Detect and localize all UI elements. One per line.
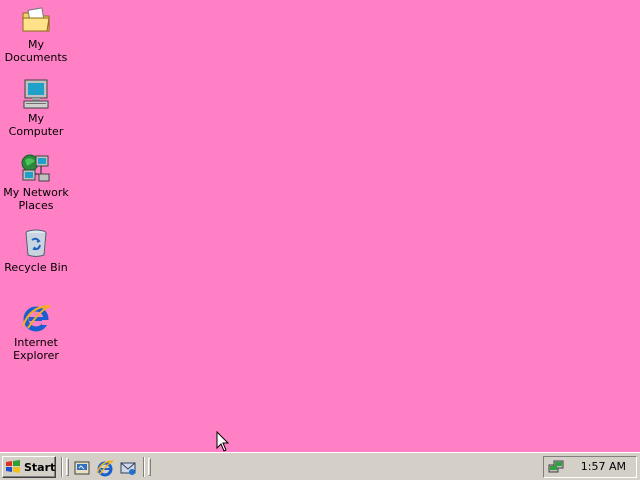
desktop[interactable]: My Documents My Computer My Network Plac… [0, 0, 640, 452]
network-tray-icon[interactable] [548, 459, 564, 475]
desktop-icon-recycle-bin[interactable]: Recycle Bin [0, 227, 72, 274]
taskbar: Start 1:57 AM [0, 452, 640, 480]
taskbar-buttons-grip[interactable] [148, 458, 151, 476]
windows-logo-icon [5, 459, 21, 475]
desktop-icon-label: My Documents [4, 38, 68, 64]
computer-icon [20, 78, 52, 110]
taskbar-separator [143, 457, 145, 477]
desktop-icon-internet-explorer[interactable]: Internet Explorer [0, 302, 72, 362]
mouse-cursor-icon [216, 430, 230, 453]
desktop-icon-label: My Network [3, 186, 69, 199]
system-tray: 1:57 AM [543, 456, 637, 478]
internet-explorer-icon[interactable] [96, 459, 114, 477]
folder-documents-icon [20, 4, 52, 36]
desktop-icon-label-line2: Explorer [13, 349, 59, 362]
taskbar-clock[interactable]: 1:57 AM [581, 460, 626, 473]
internet-explorer-icon [20, 302, 52, 334]
desktop-icon-label: My Computer [8, 112, 64, 138]
desktop-icon-label: Internet [14, 336, 58, 349]
desktop-icon-label-line2: Places [18, 199, 54, 212]
outlook-express-icon[interactable] [119, 459, 137, 477]
desktop-icon-my-network-places[interactable]: My Network Places [0, 152, 72, 212]
start-label: Start [24, 460, 56, 474]
network-places-icon [20, 152, 52, 184]
desktop-icon-my-documents[interactable]: My Documents [0, 4, 72, 64]
taskbar-separator [61, 457, 63, 477]
recycle-bin-icon [20, 227, 52, 259]
show-desktop-icon[interactable] [73, 459, 91, 477]
desktop-icon-my-computer[interactable]: My Computer [0, 78, 72, 138]
desktop-icon-label: Recycle Bin [4, 261, 68, 274]
start-button[interactable]: Start [2, 456, 56, 478]
quick-launch-grip[interactable] [66, 458, 69, 476]
